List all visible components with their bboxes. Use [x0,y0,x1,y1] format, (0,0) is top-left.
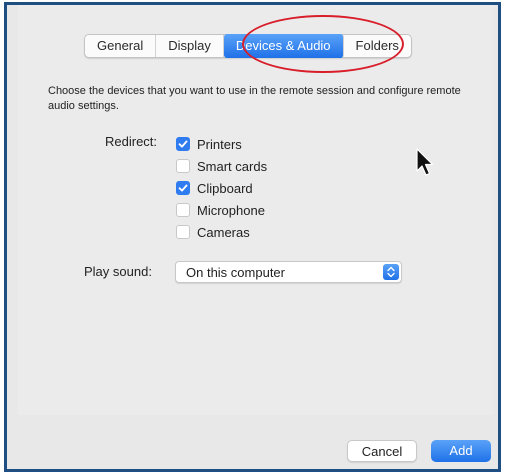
play-sound-label: Play sound: [84,264,152,279]
redirect-options: Printers Smart cards Clipboard Microphon… [176,133,267,243]
add-button[interactable]: Add [431,440,491,462]
play-sound-value: On this computer [186,265,285,280]
option-printers[interactable]: Printers [176,133,267,155]
tab-display[interactable]: Display [156,35,224,57]
cancel-button[interactable]: Cancel [347,440,417,462]
preferences-sheet: General Display Devices & Audio Folders … [18,5,493,415]
option-microphone[interactable]: Microphone [176,199,267,221]
printers-checkbox[interactable] [176,137,190,151]
cameras-label: Cameras [197,224,250,240]
up-down-chevron-icon [383,264,399,280]
printers-label: Printers [197,136,242,152]
checkmark-icon [178,184,188,192]
option-cameras[interactable]: Cameras [176,221,267,243]
checkmark-icon [178,140,188,148]
option-clipboard[interactable]: Clipboard [176,177,267,199]
red-highlight-circle [242,15,404,73]
clipboard-checkbox[interactable] [176,181,190,195]
microphone-label: Microphone [197,202,265,218]
tab-general[interactable]: General [85,35,157,57]
option-smart-cards[interactable]: Smart cards [176,155,267,177]
description-text: Choose the devices that you want to use … [48,85,461,112]
play-sound-select[interactable]: On this computer [175,261,402,283]
cameras-checkbox[interactable] [176,225,190,239]
clipboard-label: Clipboard [197,180,253,196]
mouse-pointer-icon [416,148,436,183]
redirect-label: Redirect: [105,134,158,149]
smart-cards-checkbox[interactable] [176,159,190,173]
screenshot-frame: General Display Devices & Audio Folders … [4,2,501,472]
smart-cards-label: Smart cards [197,158,268,174]
microphone-checkbox[interactable] [176,203,190,217]
